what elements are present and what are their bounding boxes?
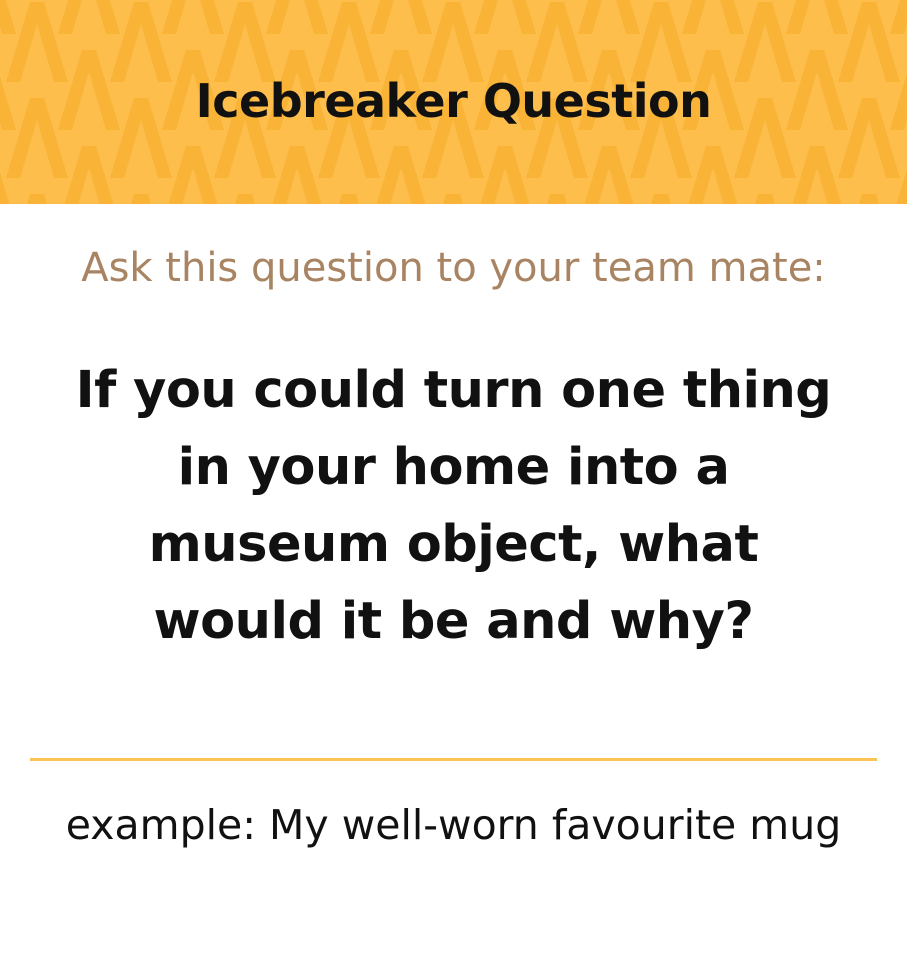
icebreaker-card: Icebreaker Question Ask this question to… bbox=[0, 0, 907, 969]
divider bbox=[30, 758, 877, 761]
question-text: If you could turn one thing in your home… bbox=[75, 361, 832, 651]
example-answer: example: My well-worn favourite mug bbox=[65, 801, 842, 849]
card-title: Icebreaker Question bbox=[195, 74, 712, 128]
card-header: Icebreaker Question bbox=[0, 0, 907, 204]
question-prompt: Ask this question to your team mate: bbox=[81, 245, 826, 291]
